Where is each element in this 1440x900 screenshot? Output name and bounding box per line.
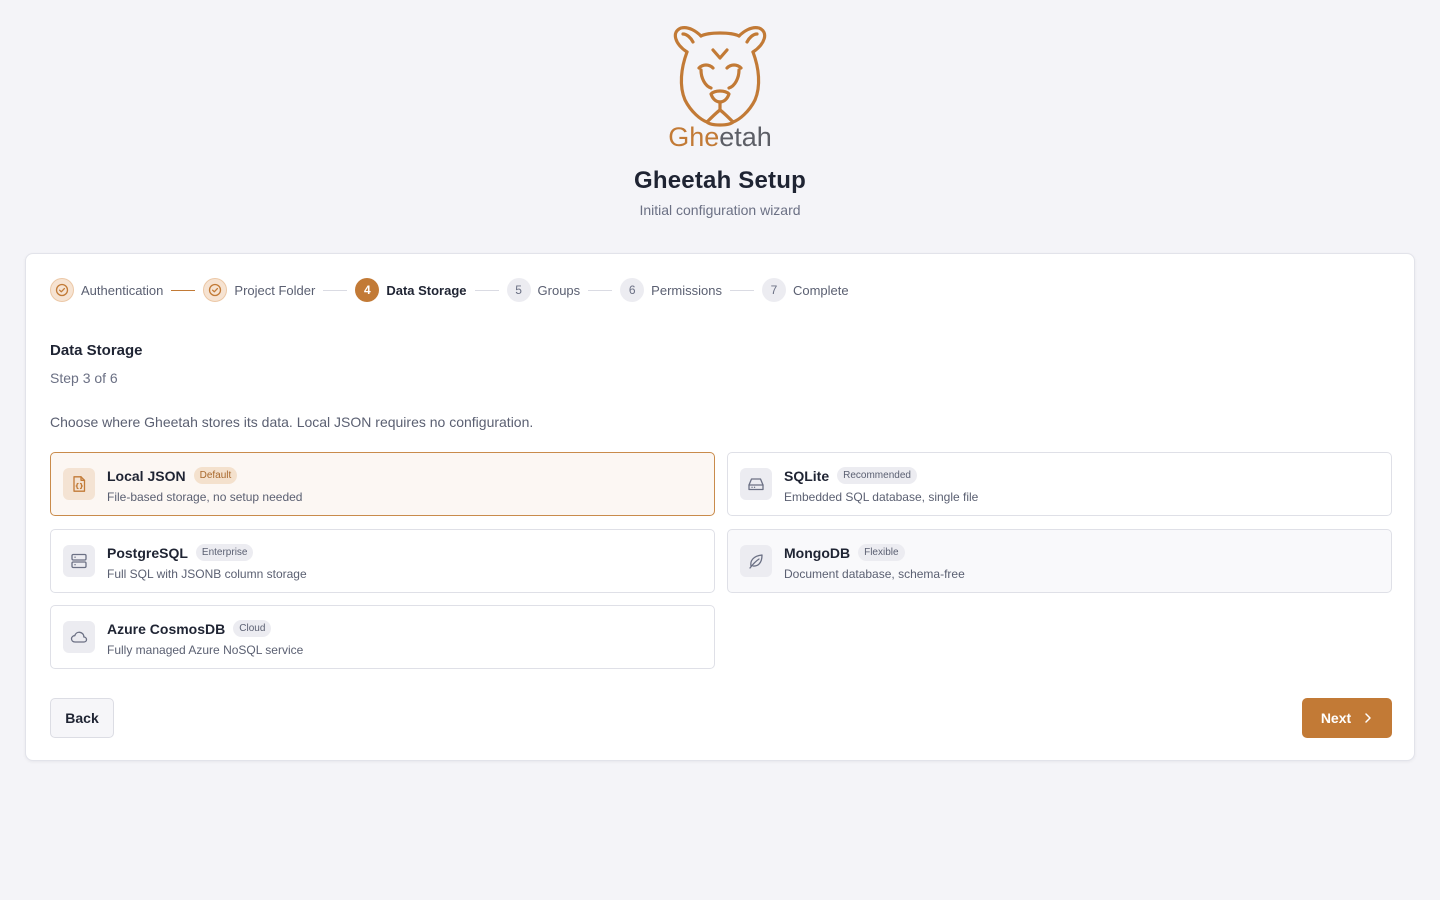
step-groups[interactable]: 5 Groups <box>506 278 581 302</box>
step-label: Project Folder <box>234 282 316 298</box>
step-connector <box>171 289 196 291</box>
check-circle-icon <box>203 278 228 302</box>
step-connector <box>588 289 613 291</box>
option-mongodb[interactable]: MongoDB Flexible Document database, sche… <box>727 529 1392 593</box>
step-complete[interactable]: 7 Complete <box>761 278 849 302</box>
setup-card: Authentication Project Folder 4 Data Sto… <box>25 253 1415 761</box>
step-counter: Step 3 of 6 <box>50 370 118 386</box>
option-name: MongoDB <box>784 544 851 561</box>
option-title: MongoDB Flexible <box>784 544 905 561</box>
option-title: Local JSON Default <box>107 467 238 484</box>
step-connector <box>474 289 499 291</box>
option-name: PostgreSQL <box>107 544 188 561</box>
step-label: Permissions <box>651 282 722 298</box>
option-description: Embedded SQL database, single file <box>784 490 979 504</box>
stepper: Authentication Project Folder 4 Data Sto… <box>50 278 849 302</box>
step-connector <box>729 289 754 291</box>
option-title: SQLite Recommended <box>784 467 917 484</box>
next-button[interactable]: Next <box>1302 698 1392 738</box>
step-data-storage[interactable]: 4 Data Storage <box>355 278 467 302</box>
option-description: File-based storage, no setup needed <box>107 490 303 504</box>
hard-drive-icon <box>740 468 772 500</box>
server-icon <box>63 545 95 577</box>
option-description: Fully managed Azure NoSQL service <box>107 643 304 657</box>
page-title: Gheetah Setup <box>634 167 806 194</box>
option-title: PostgreSQL Enterprise <box>107 544 254 561</box>
chevron-right-icon <box>1363 712 1373 724</box>
option-name: SQLite <box>784 467 830 484</box>
step-label: Authentication <box>81 282 164 298</box>
step-permissions[interactable]: 6 Permissions <box>620 278 722 302</box>
section-title: Data Storage <box>50 342 143 359</box>
step-label: Groups <box>537 282 581 298</box>
leaf-icon <box>740 545 772 577</box>
next-button-label: Next <box>1320 710 1352 726</box>
check-circle-icon <box>50 278 74 302</box>
step-project-folder[interactable]: Project Folder <box>203 278 315 302</box>
step-number: 4 <box>355 278 380 302</box>
option-name: Local JSON <box>107 467 186 484</box>
option-postgresql[interactable]: PostgreSQL Enterprise Full SQL with JSON… <box>50 529 715 593</box>
step-number: 5 <box>506 278 531 302</box>
step-authentication[interactable]: Authentication <box>50 278 163 302</box>
option-badge: Recommended <box>837 467 917 484</box>
gheetah-logo: Gheetah <box>665 22 775 152</box>
option-name: Azure CosmosDB <box>107 620 226 637</box>
step-connector <box>323 289 348 291</box>
back-button[interactable]: Back <box>50 698 114 738</box>
option-description: Full SQL with JSONB column storage <box>107 567 307 581</box>
option-title: Azure CosmosDB Cloud <box>107 620 272 637</box>
option-azure-cosmosdb[interactable]: Azure CosmosDB Cloud Fully managed Azure… <box>50 605 715 669</box>
step-label: Complete <box>792 282 849 298</box>
section-description: Choose where Gheetah stores its data. Lo… <box>50 414 534 430</box>
option-local-json[interactable]: Local JSON Default File-based storage, n… <box>50 452 715 516</box>
option-badge: Enterprise <box>195 544 254 561</box>
option-badge: Cloud <box>233 620 272 637</box>
file-json-icon <box>63 468 95 500</box>
page-subtitle: Initial configuration wizard <box>639 202 801 218</box>
step-number: 7 <box>761 278 786 302</box>
option-description: Document database, schema-free <box>784 567 965 581</box>
option-sqlite[interactable]: SQLite Recommended Embedded SQL database… <box>727 452 1392 516</box>
option-badge: Flexible <box>858 544 905 561</box>
step-number: 6 <box>620 278 645 302</box>
cloud-icon <box>63 621 95 653</box>
svg-text:Gheetah: Gheetah <box>668 122 772 152</box>
step-label: Data Storage <box>386 282 467 298</box>
option-badge: Default <box>193 467 238 484</box>
